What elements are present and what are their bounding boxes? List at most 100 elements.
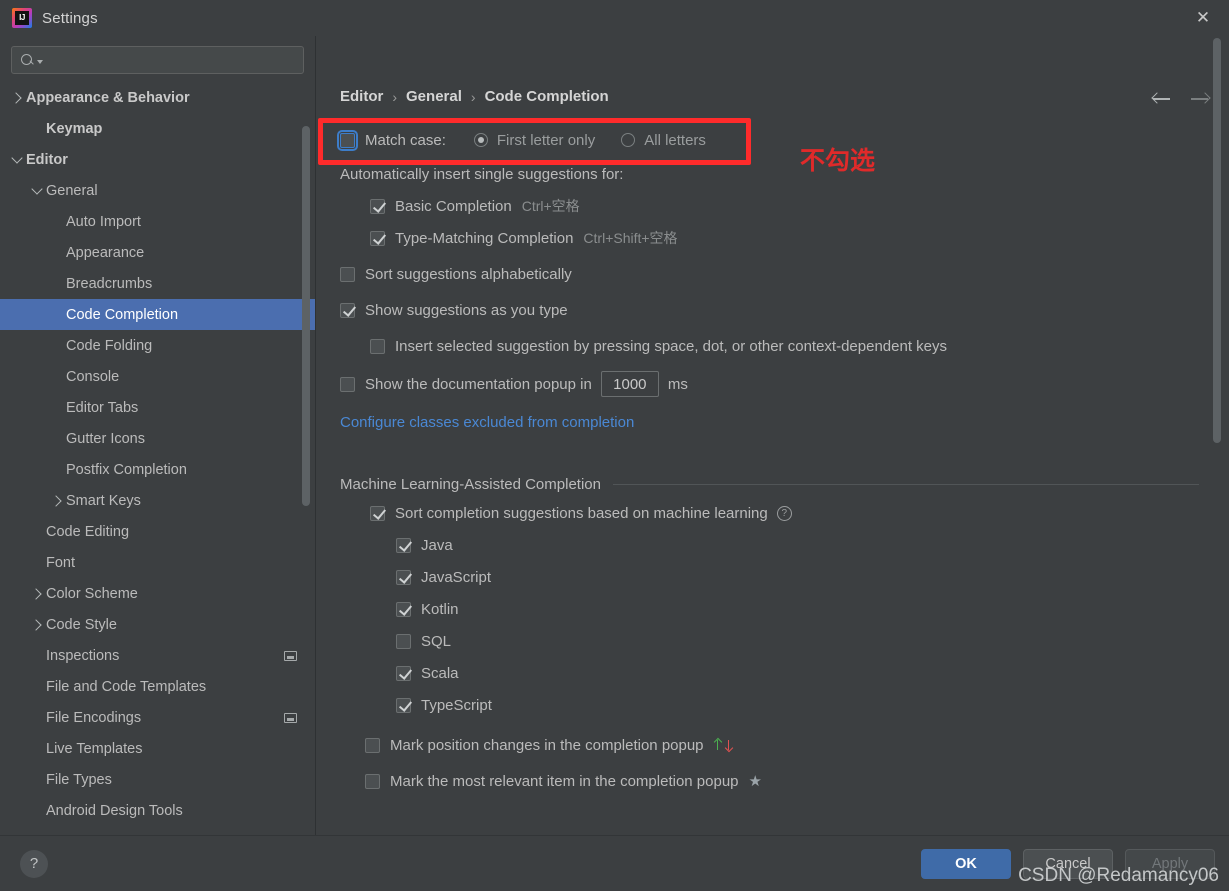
ml-language-typescript-checkbox[interactable] (396, 697, 411, 713)
up-down-arrows-icon (713, 737, 734, 753)
sidebar-item-label: File and Code Templates (46, 678, 207, 695)
sidebar-item-keymap[interactable]: Keymap (0, 113, 315, 144)
mark-relevant-row: Mark the most relevant item in the compl… (365, 765, 1229, 789)
sidebar-item-code-completion[interactable]: Code Completion (0, 299, 315, 330)
sidebar-item-code-style[interactable]: Code Style (0, 609, 315, 640)
breadcrumb: Editor › General › Code Completion (340, 88, 609, 105)
sidebar-item-file-and-code-templates[interactable]: File and Code Templates (0, 671, 315, 702)
sidebar-item-label: Android Design Tools (46, 802, 183, 819)
chevron-down-icon[interactable] (28, 183, 46, 195)
doc-popup-row: Show the documentation popup in 1000 ms (340, 368, 1229, 400)
sidebar-item-appearance-behavior[interactable]: Appearance & Behavior (0, 82, 315, 113)
sort-alphabetically-checkbox[interactable] (340, 266, 355, 282)
basic-completion-label: Basic Completion (395, 197, 512, 215)
breadcrumb-part[interactable]: Code Completion (485, 88, 609, 105)
chevron-right-icon[interactable] (8, 91, 26, 104)
sidebar-item-file-types[interactable]: File Types (0, 764, 315, 795)
intellij-idea-logo-icon (12, 8, 32, 28)
chevron-right-icon[interactable] (48, 494, 66, 507)
sidebar-item-smart-keys[interactable]: Smart Keys (0, 485, 315, 516)
sidebar-item-android-design-tools[interactable]: Android Design Tools (0, 795, 315, 826)
sidebar-item-label: Font (46, 554, 76, 571)
mark-position-checkbox[interactable] (365, 737, 380, 753)
match-case-checkbox[interactable] (337, 129, 358, 151)
sidebar-item-editor[interactable]: Editor (0, 144, 315, 175)
sidebar-item-code-editing[interactable]: Code Editing (0, 516, 315, 547)
sort-alphabetically-label: Sort suggestions alphabetically (365, 265, 572, 283)
doc-popup-delay-input[interactable]: 1000 (600, 371, 659, 397)
show-as-you-type-checkbox[interactable] (340, 302, 355, 318)
basic-completion-row: Basic Completion Ctrl+空格 (370, 190, 1229, 222)
ok-button[interactable]: OK (921, 848, 1011, 879)
breadcrumb-separator: › (392, 88, 398, 105)
sidebar-item-auto-import[interactable]: Auto Import (0, 206, 315, 237)
all-letters-radio[interactable] (621, 133, 636, 147)
sidebar-item-label: Editor Tabs (66, 399, 139, 416)
sort-alphabetically-row: Sort suggestions alphabetically (340, 258, 1229, 290)
configure-excluded-classes-link[interactable]: Configure classes excluded from completi… (340, 414, 634, 431)
type-matching-completion-label: Type-Matching Completion (395, 229, 574, 247)
ml-languages-list: Java JavaScript Kotlin SQL Scala TypeScript (340, 529, 1229, 721)
sidebar-item-code-folding[interactable]: Code Folding (0, 330, 315, 361)
ml-language-label: Java (421, 536, 453, 554)
chevron-right-icon[interactable] (28, 587, 46, 600)
mark-position-label: Mark position changes in the completion … (390, 736, 704, 754)
window-title: Settings (42, 9, 98, 27)
ml-language-label: TypeScript (421, 696, 492, 714)
chevron-right-icon[interactable] (28, 618, 46, 631)
chevron-down-icon[interactable] (8, 152, 26, 164)
sidebar-item-label: File Encodings (46, 709, 142, 726)
sidebar-item-postfix-completion[interactable]: Postfix Completion (0, 454, 315, 485)
help-button[interactable]: ? (20, 849, 48, 878)
ml-language-javascript-checkbox[interactable] (396, 569, 411, 585)
sidebar-item-console[interactable]: Console (0, 361, 315, 392)
arrow-right-icon[interactable] (1189, 88, 1211, 110)
ml-language-sql-checkbox[interactable] (396, 633, 411, 649)
ml-language-java-checkbox[interactable] (396, 537, 411, 553)
sidebar-item-label: Gutter Icons (66, 430, 145, 447)
ml-language-row: Scala (396, 657, 1229, 689)
insert-selected-row: Insert selected suggestion by pressing s… (370, 330, 1229, 362)
help-circle-icon[interactable]: ? (776, 505, 792, 521)
search-box[interactable] (11, 46, 304, 74)
breadcrumb-part[interactable]: Editor (340, 88, 383, 105)
dialog-body: Appearance & Behavior Keymap Editor General… (0, 36, 1229, 835)
sidebar-item-appearance[interactable]: Appearance (0, 237, 315, 268)
cancel-button[interactable]: Cancel (1023, 848, 1113, 879)
project-scope-icon (284, 650, 297, 661)
arrow-left-icon[interactable] (1151, 88, 1173, 110)
sort-ml-checkbox[interactable] (370, 505, 385, 521)
first-letter-only-radio[interactable] (473, 133, 488, 147)
doc-popup-checkbox[interactable] (340, 376, 355, 392)
insert-selected-checkbox[interactable] (370, 338, 385, 354)
sidebar-item-color-scheme[interactable]: Color Scheme (0, 578, 315, 609)
type-matching-completion-shortcut: Ctrl+Shift+空格 (583, 230, 678, 246)
code-completion-panel: Match case: First letter only All letter… (316, 118, 1229, 789)
sidebar-scrollbar[interactable] (302, 126, 310, 506)
sidebar-item-file-encodings[interactable]: File Encodings (0, 702, 315, 733)
content-scrollbar[interactable] (1213, 38, 1221, 443)
close-icon[interactable]: ✕ (1177, 0, 1229, 36)
auto-insert-header: Automatically insert single suggestions … (340, 158, 1229, 190)
ml-language-row: SQL (396, 625, 1229, 657)
sidebar-item-label: Appearance (66, 244, 145, 261)
sidebar-item-label: General (46, 182, 98, 199)
sidebar-item-gutter-icons[interactable]: Gutter Icons (0, 423, 315, 454)
ml-language-scala-checkbox[interactable] (396, 665, 411, 681)
title-bar: Settings ✕ (0, 0, 1229, 36)
sidebar-item-live-templates[interactable]: Live Templates (0, 733, 315, 764)
sidebar-item-inspections[interactable]: Inspections (0, 640, 315, 671)
sidebar-item-editor-tabs[interactable]: Editor Tabs (0, 392, 315, 423)
basic-completion-checkbox[interactable] (370, 198, 385, 214)
search-input[interactable] (47, 52, 295, 68)
sidebar-item-font[interactable]: Font (0, 547, 315, 578)
sidebar-item-label: File Types (46, 771, 112, 788)
mark-relevant-checkbox[interactable] (365, 773, 380, 789)
dialog-footer: ? OK Cancel Apply CSDN @Redamancy06 (0, 835, 1229, 891)
ml-language-kotlin-checkbox[interactable] (396, 601, 411, 617)
sidebar-item-breadcrumbs[interactable]: Breadcrumbs (0, 268, 315, 299)
chevron-down-icon[interactable] (37, 60, 43, 64)
type-matching-completion-checkbox[interactable] (370, 230, 385, 246)
breadcrumb-part[interactable]: General (406, 88, 462, 105)
sidebar-item-general[interactable]: General (0, 175, 315, 206)
